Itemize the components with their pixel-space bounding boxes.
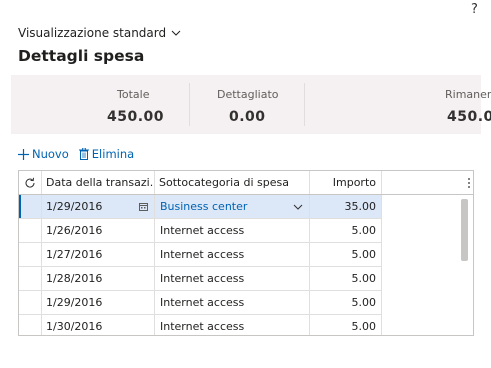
plus-icon (18, 148, 29, 160)
new-button-label: Nuovo (32, 147, 69, 161)
date-value: 1/29/2016 (46, 296, 103, 309)
amount-value: 5.00 (351, 320, 377, 333)
date-value: 1/26/2016 (46, 224, 103, 237)
table-row[interactable]: 1/26/2016 Internet access 5.00 (19, 219, 382, 243)
delete-button[interactable]: Elimina (78, 147, 135, 161)
column-header-date-label: Data della transazi... (46, 176, 154, 189)
column-header-subcategory-label: Sottocategoria di spesa (159, 176, 289, 189)
table-row[interactable]: 1/29/2016 Internet access 5.00 (19, 291, 382, 315)
subcategory-cell[interactable]: Internet access (155, 315, 310, 335)
amount-cell[interactable]: 5.00 (310, 315, 382, 335)
refresh-column-header[interactable] (19, 171, 42, 194)
grid-scrollbar[interactable] (461, 199, 468, 261)
amount-cell[interactable]: 5.00 (310, 267, 382, 290)
subcategory-value: Internet access (160, 248, 245, 261)
column-header-date[interactable]: Data della transazi... (42, 171, 155, 194)
table-row[interactable]: 1/29/2016 Business center 35.00 (19, 195, 382, 219)
summary-panel: Totale 450.00 Dettagliato 0.00 Rimanenza… (11, 75, 491, 134)
summary-total-value: 450.00 (107, 109, 165, 125)
subcategory-cell[interactable]: Internet access (155, 243, 310, 266)
trash-icon (78, 148, 89, 160)
subcategory-value: Business center (160, 200, 248, 213)
new-button[interactable]: Nuovo (18, 147, 69, 161)
date-value: 1/28/2016 (46, 272, 103, 285)
delete-button-label: Elimina (91, 147, 135, 161)
subcategory-cell[interactable]: Internet access (155, 267, 310, 290)
row-selector[interactable] (19, 267, 42, 290)
column-header-amount[interactable]: Importo (310, 171, 382, 194)
summary-total-label: Totale (117, 88, 150, 101)
amount-value: 5.00 (351, 224, 377, 237)
row-selector[interactable] (19, 291, 42, 314)
table-row[interactable]: 1/27/2016 Internet access 5.00 (19, 243, 382, 267)
subcategory-cell[interactable]: Internet access (155, 219, 310, 242)
help-button[interactable]: ? (471, 2, 478, 17)
subcategory-value: Internet access (160, 272, 245, 285)
subcategory-dropdown[interactable]: Business center (155, 195, 310, 218)
column-options (382, 171, 473, 194)
refresh-icon (25, 177, 35, 188)
action-toolbar: Nuovo Elimina (18, 146, 144, 162)
date-cell[interactable]: 1/30/2016 (42, 315, 155, 335)
more-vertical-icon[interactable] (467, 177, 471, 189)
table-row[interactable]: 1/30/2016 Internet access 5.00 (19, 315, 382, 335)
amount-cell[interactable]: 5.00 (310, 243, 382, 266)
expense-details-grid: Data della transazi... Sottocategoria di… (18, 170, 474, 336)
amount-cell[interactable]: 5.00 (310, 219, 382, 242)
subcategory-cell[interactable]: Internet access (155, 291, 310, 314)
summary-remaining-value: 450.00 (447, 109, 491, 125)
subcategory-value: Internet access (160, 296, 245, 309)
amount-cell[interactable]: 5.00 (310, 291, 382, 314)
view-selector[interactable]: Visualizzazione standard (18, 25, 181, 41)
page-title: Dettagli spesa (18, 47, 145, 65)
summary-remaining-label: Rimanenza (445, 88, 491, 101)
summary-total: Totale 450.00 (11, 75, 189, 134)
date-cell[interactable]: 1/29/2016 (42, 195, 155, 218)
amount-value: 5.00 (351, 248, 377, 261)
summary-remaining: Rimanenza 450.00 (305, 75, 491, 134)
amount-cell[interactable]: 35.00 (310, 195, 382, 218)
column-header-amount-label: Importo (332, 176, 376, 189)
table-row[interactable]: 1/28/2016 Internet access 5.00 (19, 267, 382, 291)
date-cell[interactable]: 1/26/2016 (42, 219, 155, 242)
chevron-down-icon (293, 204, 303, 210)
date-cell[interactable]: 1/28/2016 (42, 267, 155, 290)
date-value: 1/27/2016 (46, 248, 103, 261)
summary-itemized: Dettagliato 0.00 (190, 75, 304, 134)
calendar-icon[interactable] (139, 203, 148, 211)
subcategory-value: Internet access (160, 224, 245, 237)
amount-value: 5.00 (351, 272, 377, 285)
row-selector[interactable] (19, 195, 42, 218)
date-cell[interactable]: 1/27/2016 (42, 243, 155, 266)
amount-value: 5.00 (351, 296, 377, 309)
summary-itemized-value: 0.00 (229, 109, 266, 125)
view-selector-label: Visualizzazione standard (18, 26, 167, 40)
column-header-subcategory[interactable]: Sottocategoria di spesa (155, 171, 310, 194)
chevron-down-icon (171, 30, 181, 36)
subcategory-value: Internet access (160, 320, 245, 333)
row-selector[interactable] (19, 315, 42, 335)
amount-value: 35.00 (344, 200, 377, 213)
grid-header: Data della transazi... Sottocategoria di… (19, 171, 473, 195)
date-cell[interactable]: 1/29/2016 (42, 291, 155, 314)
date-value: 1/30/2016 (46, 320, 103, 333)
row-selector[interactable] (19, 219, 42, 242)
row-selector[interactable] (19, 243, 42, 266)
date-value: 1/29/2016 (46, 200, 103, 213)
summary-itemized-label: Dettagliato (217, 88, 279, 101)
